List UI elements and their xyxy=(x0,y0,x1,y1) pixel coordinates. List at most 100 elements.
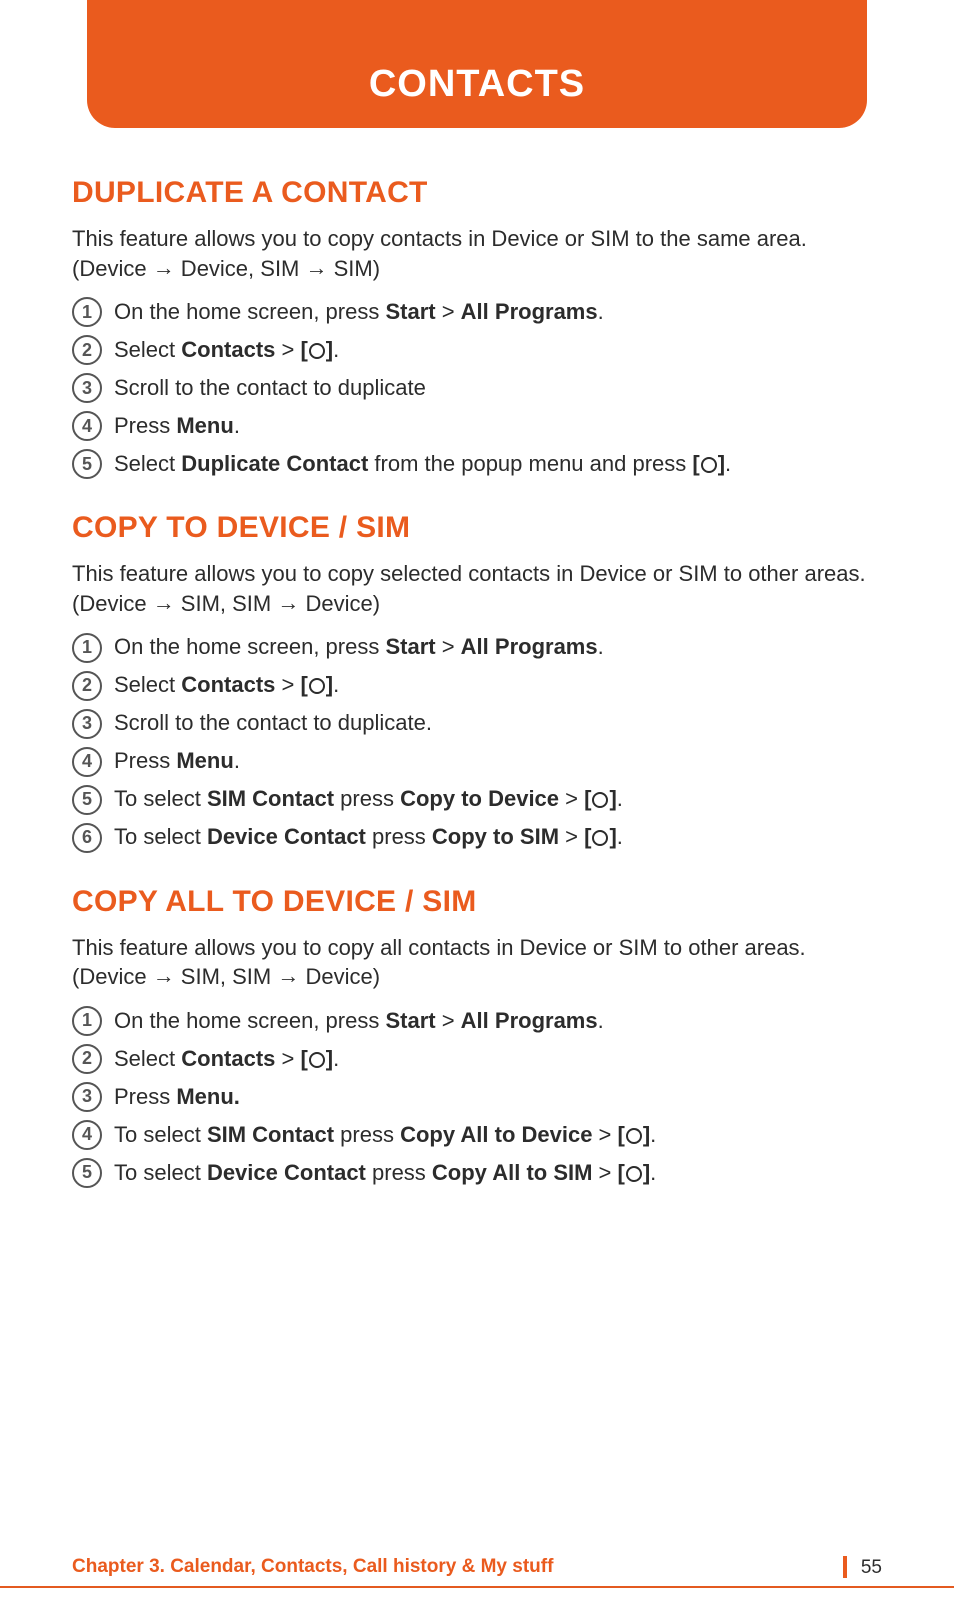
step-text: Press Menu. xyxy=(114,747,882,776)
bold-text: Menu xyxy=(176,748,233,773)
footer-page-number: 55 xyxy=(843,1556,882,1578)
step-number-icon: 6 xyxy=(72,823,102,853)
arrow-icon: → xyxy=(277,588,299,618)
step-number-icon: 5 xyxy=(72,785,102,815)
step-text: On the home screen, press Start > All Pr… xyxy=(114,298,882,327)
step: 2 Select Contacts > []. xyxy=(72,671,882,701)
step-number-icon: 5 xyxy=(72,1158,102,1188)
step-number-icon: 1 xyxy=(72,1006,102,1036)
step: 1 On the home screen, press Start > All P… xyxy=(72,297,882,327)
bold-text: Duplicate Contact xyxy=(181,451,368,476)
bold-text: Contacts xyxy=(181,672,275,697)
ok-key-icon xyxy=(309,678,325,694)
bold-text: [ xyxy=(618,1160,625,1185)
step-text: Scroll to the contact to duplicate xyxy=(114,374,882,403)
step-text: To select Device Contact press Copy to S… xyxy=(114,823,882,852)
bold-text: Start xyxy=(385,299,435,324)
header-tab: CONTACTS xyxy=(87,0,867,128)
bold-text: Copy All to SIM xyxy=(432,1160,593,1185)
step-number-icon: 3 xyxy=(72,709,102,739)
step-text: To select SIM Contact press Copy All to … xyxy=(114,1121,882,1150)
bold-text: ] xyxy=(643,1160,650,1185)
bold-text: Start xyxy=(385,1008,435,1033)
step-number-icon: 4 xyxy=(72,747,102,777)
bold-text: All Programs xyxy=(461,634,598,659)
step-list: 1On the home screen, press Start > All P… xyxy=(72,633,882,853)
step: 5 To select Device Contact press Copy All… xyxy=(72,1158,882,1188)
arrow-icon: → xyxy=(153,588,175,618)
ok-key-icon xyxy=(626,1128,642,1144)
page: CONTACTS DUPLICATE A CONTACT This feature… xyxy=(0,0,954,1622)
bold-text: [ xyxy=(692,451,699,476)
step: 1 On the home screen, press Start > All P… xyxy=(72,1006,882,1036)
ok-key-icon xyxy=(592,792,608,808)
footer-chapter: Chapter 3. Calendar, Contacts, Call hist… xyxy=(72,1556,553,1578)
bold-text: All Programs xyxy=(461,1008,598,1033)
step: 3 Scroll to the contact to duplicate. xyxy=(72,709,882,739)
step-text: On the home screen, press Start > All Pr… xyxy=(114,633,882,662)
arrow-icon: → xyxy=(277,961,299,991)
step-text: Select Contacts > []. xyxy=(114,1045,882,1074)
step: 4 Press Menu. xyxy=(72,747,882,777)
bold-text: SIM Contact xyxy=(207,1122,334,1147)
step-number-icon: 5 xyxy=(72,449,102,479)
section: COPY TO DEVICE / SIMThis feature allows … xyxy=(72,511,882,852)
section: DUPLICATE A CONTACT This feature allows y… xyxy=(72,176,882,479)
step: 5Select Duplicate Contact from the popup… xyxy=(72,449,882,479)
ok-key-icon xyxy=(626,1166,642,1182)
step: 2 Select Contacts > []. xyxy=(72,1044,882,1074)
bold-text: SIM Contact xyxy=(207,786,334,811)
bold-text: [ xyxy=(584,824,591,849)
bold-text: ] xyxy=(326,672,333,697)
step: 3 Scroll to the contact to duplicate xyxy=(72,373,882,403)
bold-text: [ xyxy=(300,672,307,697)
footer: Chapter 3. Calendar, Contacts, Call hist… xyxy=(0,1556,954,1578)
section: COPY ALL TO DEVICE / SIM This feature all… xyxy=(72,885,882,1188)
arrow-icon: → xyxy=(153,253,175,283)
step-number-icon: 1 xyxy=(72,297,102,327)
step-number-icon: 2 xyxy=(72,671,102,701)
step: 1On the home screen, press Start > All P… xyxy=(72,633,882,663)
step-number-icon: 4 xyxy=(72,411,102,441)
page-title: CONTACTS xyxy=(369,63,585,106)
bold-text: Contacts xyxy=(181,1046,275,1071)
step: 4 To select SIM Contact press Copy All to… xyxy=(72,1120,882,1150)
step: 3 Press Menu. xyxy=(72,1082,882,1112)
bold-text: ] xyxy=(718,451,725,476)
step-list: 1 On the home screen, press Start > All P… xyxy=(72,1006,882,1188)
step-list: 1 On the home screen, press Start > All P… xyxy=(72,297,882,479)
bold-text: Copy to Device xyxy=(400,786,559,811)
ok-key-icon xyxy=(592,830,608,846)
section-heading: DUPLICATE A CONTACT xyxy=(72,176,882,210)
content: DUPLICATE A CONTACT This feature allows y… xyxy=(72,128,882,1188)
step: 4 Press Menu. xyxy=(72,411,882,441)
section-intro: This feature allows you to copy all cont… xyxy=(72,933,882,992)
bold-text: All Programs xyxy=(461,299,598,324)
ok-key-icon xyxy=(701,457,717,473)
step-text: Press Menu. xyxy=(114,1083,882,1112)
bold-text: [ xyxy=(300,337,307,362)
section-intro: This feature allows you to copy contacts… xyxy=(72,224,882,283)
step-text: To select Device Contact press Copy All … xyxy=(114,1159,882,1188)
step-number-icon: 3 xyxy=(72,373,102,403)
step-text: To select SIM Contact press Copy to Devi… xyxy=(114,785,882,814)
bold-text: Start xyxy=(385,634,435,659)
step-number-icon: 2 xyxy=(72,1044,102,1074)
section-heading: COPY ALL TO DEVICE / SIM xyxy=(72,885,882,919)
bold-text: ] xyxy=(609,824,616,849)
step-number-icon: 3 xyxy=(72,1082,102,1112)
step-number-icon: 4 xyxy=(72,1120,102,1150)
step-text: Scroll to the contact to duplicate. xyxy=(114,709,882,738)
bold-text: ] xyxy=(609,786,616,811)
arrow-icon: → xyxy=(306,253,328,283)
bold-text: ] xyxy=(643,1122,650,1147)
step-text: On the home screen, press Start > All Pr… xyxy=(114,1007,882,1036)
ok-key-icon xyxy=(309,343,325,359)
step-text: Press Menu. xyxy=(114,412,882,441)
arrow-icon: → xyxy=(153,961,175,991)
section-intro: This feature allows you to copy selected… xyxy=(72,559,882,618)
bold-text: [ xyxy=(618,1122,625,1147)
step: 2Select Contacts > []. xyxy=(72,335,882,365)
bold-text: ] xyxy=(326,1046,333,1071)
step-text: Select Contacts > []. xyxy=(114,671,882,700)
